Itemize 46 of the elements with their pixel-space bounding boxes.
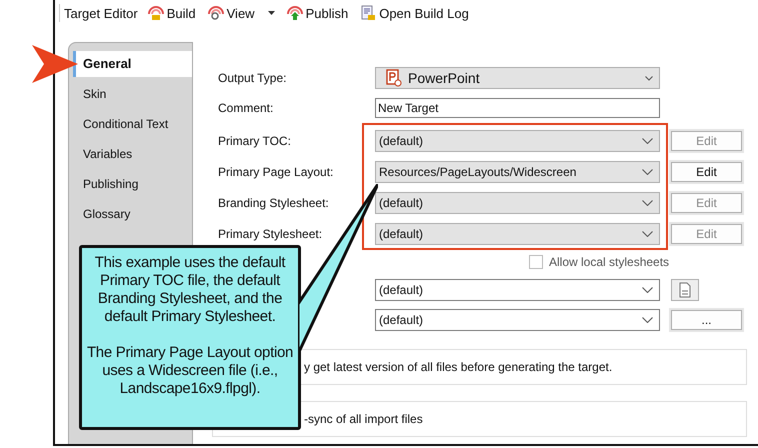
callout-text: The Primary Page Layout option uses a Widescreen file (i.e., Landscape16x9.flpgl). bbox=[86, 344, 294, 398]
arrow-icon bbox=[32, 45, 78, 83]
sidebar-tab[interactable]: Variables bbox=[73, 139, 192, 169]
dropdown-field[interactable]: (default) bbox=[375, 192, 660, 214]
chevron-icon bbox=[642, 138, 653, 144]
field-label: Comment: bbox=[218, 101, 274, 115]
checkbox-label: Allow local stylesheets bbox=[549, 255, 670, 269]
chevron-icon bbox=[642, 317, 653, 323]
sidebar-tab[interactable]: Publishing bbox=[73, 169, 192, 199]
toolbar-button[interactable]: Build bbox=[144, 5, 200, 21]
field-label: Primary TOC: bbox=[218, 134, 292, 148]
document-icon bbox=[360, 5, 376, 21]
sidebar-tab[interactable]: Conditional Text bbox=[73, 109, 192, 139]
dropdown-field[interactable]: (default) bbox=[375, 279, 660, 301]
chevron-icon bbox=[642, 200, 653, 206]
sidebar-tab[interactable]: General bbox=[73, 51, 192, 77]
chevron-icon bbox=[642, 230, 653, 236]
file-button[interactable] bbox=[671, 279, 699, 301]
dropdown-field[interactable]: (default) bbox=[375, 222, 660, 244]
toolbar-button[interactable]: View bbox=[204, 5, 279, 21]
option-text: y get latest version of all files before generating the target. bbox=[304, 360, 612, 374]
sidebar-tab[interactable]: Skin bbox=[73, 79, 192, 109]
toolbar-button[interactable]: Open Build Log bbox=[356, 5, 473, 21]
document-icon bbox=[679, 282, 691, 298]
dropdown-field[interactable]: Resources/PageLayouts/Widescreen bbox=[375, 160, 660, 182]
comment-field[interactable]: New Target bbox=[375, 98, 660, 118]
checkbox[interactable] bbox=[529, 255, 543, 269]
browse-button[interactable]: ... bbox=[671, 310, 742, 330]
field-label: Output Type: bbox=[218, 71, 288, 85]
chevron-icon bbox=[645, 76, 653, 80]
dropdown-field[interactable]: (default) bbox=[375, 309, 660, 331]
slides-icon bbox=[386, 69, 402, 87]
option-text: -sync of all import files bbox=[304, 412, 423, 426]
chevron-icon bbox=[642, 168, 653, 174]
caret-icon bbox=[268, 11, 275, 15]
field-label: Primary Stylesheet: bbox=[218, 226, 324, 240]
field-label: Primary Page Layout: bbox=[218, 164, 334, 178]
chevron-icon bbox=[642, 287, 653, 293]
sidebar-tab[interactable]: Glossary bbox=[73, 199, 192, 229]
editor-title: Target Editor bbox=[64, 6, 138, 20]
output-type-dropdown[interactable]: PowerPoint bbox=[375, 67, 660, 89]
dropdown-field[interactable]: (default) bbox=[375, 130, 660, 152]
toolbar-button[interactable]: Publish bbox=[282, 5, 352, 21]
field-label: Branding Stylesheet: bbox=[218, 196, 330, 210]
callout-text: This example uses the default Primary TOC file, the default Branding Stylesheet, and the default Primary Stylesheet. bbox=[94, 254, 286, 326]
edit-button[interactable]: Edit bbox=[671, 162, 742, 182]
